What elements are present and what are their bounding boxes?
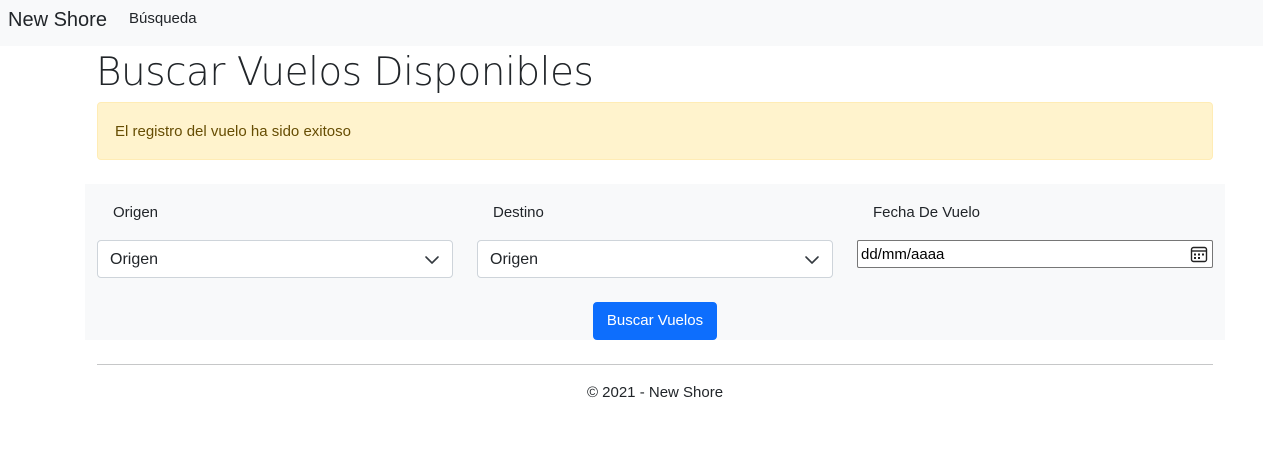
flight-date-label: Fecha De Vuelo [873,204,981,221]
navbar: New Shore Búsqueda [0,0,1263,46]
page-title: Buscar Vuelos Disponibles [96,50,594,95]
nav-link-busqueda[interactable]: Búsqueda [129,10,197,28]
calendar-icon[interactable] [1190,245,1208,263]
flight-date-input[interactable]: dd/mm/aaaa [857,240,1213,268]
destination-select-value: Origen [490,251,539,268]
origin-select[interactable]: Origen [97,240,453,278]
alert-message: El registro del vuelo ha sido exitoso [115,123,351,140]
destination-label: Destino [493,204,544,221]
origin-select-value: Origen [110,251,159,268]
destination-select[interactable]: Origen [477,240,833,278]
footer-divider [97,364,1213,365]
search-flights-button[interactable]: Buscar Vuelos [593,302,717,340]
brand-link[interactable]: New Shore [8,7,107,33]
footer-copyright: © 2021 - New Shore [586,384,724,401]
flight-date-placeholder: dd/mm/aaaa [861,246,945,263]
origin-label: Origen [113,204,159,221]
success-alert: El registro del vuelo ha sido exitoso [97,102,1213,160]
chevron-down-icon [805,256,819,264]
chevron-down-icon [425,256,439,264]
search-form: Origen Destino Fecha De Vuelo Origen Ori… [85,184,1225,340]
